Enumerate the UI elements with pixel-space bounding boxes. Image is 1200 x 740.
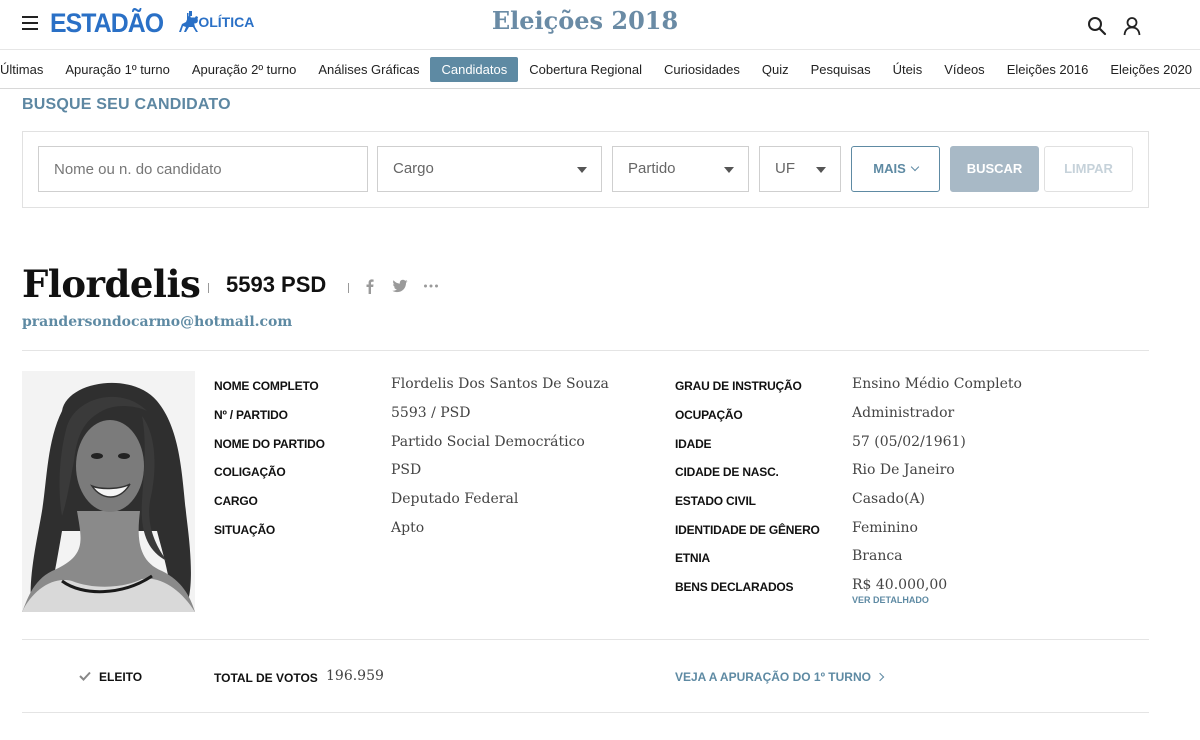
detail-label: ETNIA — [675, 551, 711, 565]
caret-down-icon — [816, 167, 826, 173]
detail-value: 57 (05/02/1961) — [852, 434, 966, 450]
detail-value: Apto — [391, 520, 425, 536]
detail-value: Deputado Federal — [391, 491, 519, 507]
detail-label: IDENTIDADE DE GÊNERO — [675, 523, 820, 537]
chevron-down-icon — [910, 162, 919, 172]
detail-label: NOME DO PARTIDO — [214, 437, 325, 451]
cargo-select-value: Cargo — [393, 160, 434, 177]
detail-label: IDADE — [675, 437, 712, 451]
detail-label: COLIGAÇÃO — [214, 465, 286, 479]
detail-value: R$ 40.000,00 — [852, 577, 948, 593]
candidate-email[interactable]: prandersondocarmo@hotmail.com — [22, 314, 292, 330]
more-filters-button[interactable]: MAIS — [851, 146, 940, 192]
nav-item-apuracao-2-turno[interactable]: Apuração 2º turno — [181, 57, 307, 82]
detail-label: Nº / PARTIDO — [214, 408, 288, 422]
search-panel: Cargo Partido UF MAIS BUSCAR LIMPAR — [22, 131, 1149, 208]
detail-value: PSD — [391, 462, 422, 478]
uf-select[interactable]: UF — [759, 146, 841, 192]
nav-item-uteis[interactable]: Úteis — [882, 57, 934, 82]
apuracao-link[interactable]: VEJA A APURAÇÃO DO 1º TURNO — [675, 670, 885, 684]
partido-select-value: Partido — [628, 160, 676, 177]
nav-item-pesquisas[interactable]: Pesquisas — [800, 57, 882, 82]
search-heading: BUSQUE SEU CANDIDATO — [22, 96, 231, 113]
total-votes-label: TOTAL DE VOTOS — [214, 671, 318, 685]
main-nav: Últimas Apuração 1º turno Apuração 2º tu… — [0, 50, 1200, 89]
candidate-search-input[interactable] — [38, 146, 368, 192]
detail-value: 5593 / PSD — [391, 405, 471, 421]
nav-item-eleicoes-2016[interactable]: Eleições 2016 — [996, 57, 1100, 82]
check-icon — [79, 671, 91, 681]
detail-label: CIDADE DE NASC. — [675, 465, 779, 479]
clear-button[interactable]: LIMPAR — [1044, 146, 1133, 192]
caret-down-icon — [724, 167, 734, 173]
apuracao-link-label: VEJA A APURAÇÃO DO 1º TURNO — [675, 670, 871, 684]
more-icon[interactable] — [423, 278, 439, 294]
nav-item-analises-graficas[interactable]: Análises Gráficas — [307, 57, 430, 82]
assets-detail-link[interactable]: VER DETALHADO — [852, 595, 929, 605]
detail-value: Partido Social Democrático — [391, 434, 585, 450]
cargo-select[interactable]: Cargo — [377, 146, 602, 192]
candidate-portrait-image — [22, 371, 195, 612]
nav-item-eleicoes-2020[interactable]: Eleições 2020 — [1099, 57, 1200, 82]
detail-value: Flordelis Dos Santos De Souza — [391, 376, 609, 392]
divider — [348, 283, 349, 293]
nav-item-apuracao-1-turno[interactable]: Apuração 1º turno — [54, 57, 180, 82]
detail-label: BENS DECLARADOS — [675, 580, 794, 594]
candidate-name: Flordelis — [22, 262, 201, 306]
chevron-right-icon — [875, 672, 885, 682]
search-button[interactable]: BUSCAR — [950, 146, 1039, 192]
detail-label: ESTADO CIVIL — [675, 494, 756, 508]
more-filters-label: MAIS — [873, 161, 906, 176]
divider — [22, 350, 1149, 351]
nav-item-cobertura-regional[interactable]: Cobertura Regional — [518, 57, 653, 82]
search-icon[interactable] — [1087, 16, 1107, 36]
divider — [22, 712, 1149, 713]
nav-item-curiosidades[interactable]: Curiosidades — [653, 57, 751, 82]
detail-label: OCUPAÇÃO — [675, 408, 743, 422]
facebook-icon[interactable] — [362, 278, 378, 294]
nav-item-videos[interactable]: Vídeos — [933, 57, 995, 82]
detail-value: Ensino Médio Completo — [852, 376, 1022, 392]
nav-item-ultimas[interactable]: Últimas — [0, 57, 54, 82]
detail-value: Rio De Janeiro — [852, 462, 955, 478]
uf-select-value: UF — [775, 160, 795, 177]
partido-select[interactable]: Partido — [612, 146, 749, 192]
detail-value: Feminino — [852, 520, 918, 536]
detail-label: SITUAÇÃO — [214, 523, 276, 537]
top-header: ESTADÃO POLÍTICA Eleições 2018 — [0, 0, 1200, 50]
user-icon[interactable] — [1122, 16, 1142, 36]
nav-item-candidatos[interactable]: Candidatos — [430, 56, 519, 82]
total-votes-value: 196.959 — [326, 668, 384, 684]
divider — [208, 283, 209, 293]
candidate-number-party: 5593 PSD — [226, 272, 327, 297]
divider — [22, 639, 1149, 640]
detail-value: Casado(A) — [852, 491, 926, 507]
page-title: Eleições 2018 — [491, 6, 679, 35]
detail-label: CARGO — [214, 494, 258, 508]
detail-value: Administrador — [852, 405, 955, 421]
twitter-icon[interactable] — [392, 278, 408, 294]
detail-value: Branca — [852, 548, 903, 564]
detail-label: GRAU DE INSTRUÇÃO — [675, 379, 802, 393]
detail-label: NOME COMPLETO — [214, 379, 319, 393]
election-status: ELEITO — [99, 670, 143, 684]
caret-down-icon — [577, 167, 587, 173]
candidate-photo — [22, 371, 195, 612]
nav-item-quiz[interactable]: Quiz — [751, 57, 800, 82]
